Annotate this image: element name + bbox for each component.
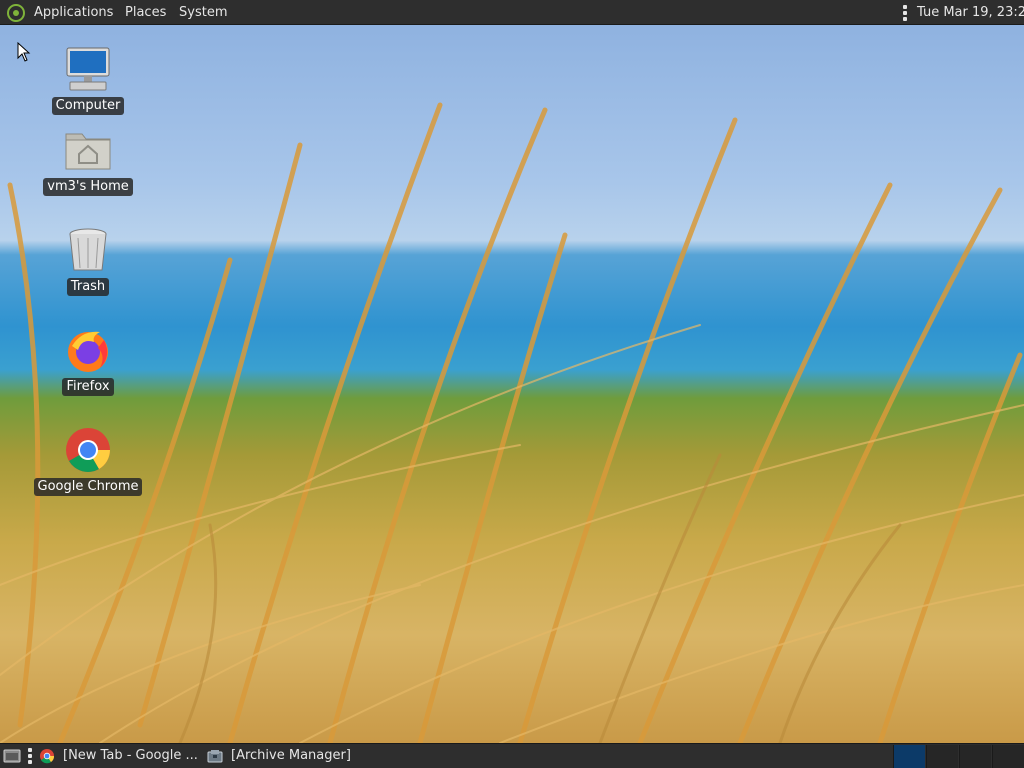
- desktop-icon-label: Trash: [66, 278, 110, 296]
- clock[interactable]: Tue Mar 19, 23:21: [917, 0, 1024, 25]
- desktop-icon-label: vm3's Home: [43, 178, 133, 196]
- top-panel: Applications Places System Tue Mar 19, 2…: [0, 0, 1024, 25]
- computer-icon: [66, 47, 110, 91]
- taskbar-item-archive-manager[interactable]: [Archive Manager]: [207, 744, 377, 768]
- desktop-icon-label: Google Chrome: [33, 478, 143, 496]
- home-folder-icon: [65, 133, 111, 170]
- desktop-icon-trash[interactable]: Trash: [33, 226, 143, 296]
- desktop-wallpaper: [0, 25, 1024, 743]
- system-menu[interactable]: System: [179, 0, 227, 25]
- applications-logo-icon[interactable]: [6, 3, 26, 23]
- workspace-1[interactable]: [893, 745, 925, 768]
- workspace-3[interactable]: [959, 745, 991, 768]
- panel-drag-handle[interactable]: [28, 748, 32, 764]
- chrome-icon: [40, 749, 55, 764]
- taskbar-item-chrome[interactable]: [New Tab - Google ...: [39, 744, 199, 768]
- desktop-icon-home[interactable]: vm3's Home: [33, 126, 143, 196]
- trash-icon: [69, 228, 107, 271]
- archive-manager-icon: [207, 750, 223, 763]
- firefox-icon: [68, 331, 108, 372]
- applications-menu[interactable]: Applications: [34, 0, 113, 25]
- taskbar-item-label: [New Tab - Google ...: [63, 748, 198, 763]
- wallpaper-grass: [0, 102, 1024, 743]
- workspace-2[interactable]: [926, 745, 958, 768]
- workspace-4[interactable]: [992, 745, 1024, 768]
- desktop-icon-chrome[interactable]: Google Chrome: [33, 426, 143, 496]
- places-menu[interactable]: Places: [125, 0, 166, 25]
- desktop-icon-label: Computer: [51, 97, 125, 115]
- desktop-icon-computer[interactable]: Computer: [33, 45, 143, 115]
- taskbar-item-label: [Archive Manager]: [231, 748, 351, 763]
- bottom-panel: [New Tab - Google ... [Archive Manager]: [0, 743, 1024, 768]
- chrome-icon: [66, 428, 110, 472]
- show-desktop-icon[interactable]: [3, 748, 21, 764]
- mouse-cursor-icon: [17, 42, 31, 62]
- panel-drag-handle[interactable]: [903, 5, 907, 21]
- desktop-icon-label: Firefox: [62, 378, 114, 396]
- desktop-icon-firefox[interactable]: Firefox: [33, 326, 143, 396]
